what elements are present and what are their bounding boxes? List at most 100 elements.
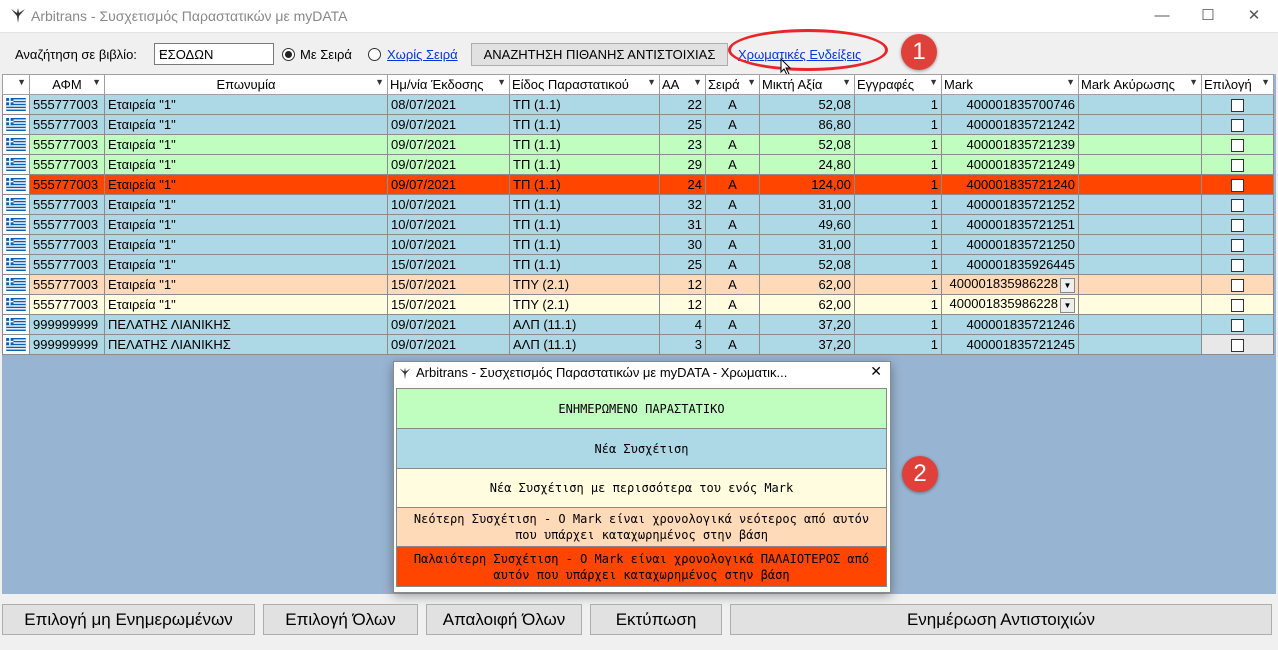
cell-name: Εταιρεία "1" [104,154,388,175]
cell-select[interactable] [1201,314,1274,335]
update-matches-button[interactable]: Ενημέρωση Αντιστοιχιών [730,604,1272,635]
cell-date: 10/07/2021 [387,194,510,215]
cell-amount: 31,00 [759,194,855,215]
col-header-mark[interactable]: Mark ▼ [941,74,1079,95]
col-header-name[interactable]: Επωνυμία ▼ [104,74,388,95]
col-header-entries[interactable]: Εγγραφές ▼ [854,74,942,95]
cell-select[interactable] [1201,254,1274,275]
table-row[interactable]: 999999999 ΠΕΛΑΤΗΣ ΛΙΑΝΙΚΗΣ 09/07/2021 ΑΛΠ (… [2,314,1274,335]
cell-amount: 37,20 [759,314,855,335]
row-select-checkbox[interactable] [1231,299,1244,313]
mark-dropdown-icon[interactable]: ▼ [1060,277,1075,293]
col-header-aa[interactable]: ΑΑ ▼ [659,74,706,95]
row-select-checkbox[interactable] [1231,279,1244,293]
legend-item-newer: Νεότερη Συσχέτιση - Ο Mark είναι χρονολο… [396,507,887,547]
deselect-all-button[interactable]: Απαλοιφή Όλων [426,604,582,635]
greek-flag-icon [6,158,26,171]
row-select-checkbox[interactable] [1231,119,1244,133]
row-select-checkbox[interactable] [1231,159,1244,173]
greek-flag-icon [6,238,26,251]
table-row[interactable]: 555777003 Εταιρεία "1" 09/07/2021 ΤΠ (1.1) 2… [2,114,1274,135]
table-row[interactable]: 555777003 Εταιρεία "1" 09/07/2021 ΤΠ (1.1) 2… [2,174,1274,195]
mark-dropdown-icon[interactable]: ▼ [1060,297,1075,313]
legend-item-new: Νέα Συσχέτιση [396,428,887,469]
without-series-radio[interactable] [368,48,381,61]
table-row[interactable]: 555777003 Εταιρεία "1" 15/07/2021 ΤΠ (1.1) 2… [2,254,1274,275]
cell-aa: 29 [659,154,706,175]
row-select-checkbox[interactable] [1231,239,1244,253]
close-button[interactable]: ✕ [1231,0,1277,32]
cell-aa: 32 [659,194,706,215]
cell-select[interactable] [1201,154,1274,175]
cell-mark: 400001835721245 [941,334,1079,355]
col-header-select[interactable]: Επιλογή ▼ [1201,74,1274,95]
cell-mark: 400001835700746 [941,94,1079,115]
cell-select[interactable] [1201,94,1274,115]
cell-name: Εταιρεία "1" [104,214,388,235]
table-row[interactable]: 555777003 Εταιρεία "1" 10/07/2021 ΤΠ (1.1) 3… [2,214,1274,235]
cell-date: 09/07/2021 [387,334,510,355]
col-header-cancel-mark[interactable]: Mark Ακύρωσης ▼ [1078,74,1202,95]
table-row[interactable]: 999999999 ΠΕΛΑΤΗΣ ΛΙΑΝΙΚΗΣ 09/07/2021 ΑΛΠ (… [2,334,1274,355]
legend-item-multi-mark: Νέα Συσχέτιση με περισσότερα του ενός Ma… [396,468,887,508]
cell-select[interactable] [1201,214,1274,235]
col-header-afm[interactable]: ΑΦΜ ▼ [29,74,105,95]
cell-cancel-mark [1078,114,1202,135]
col-header-type[interactable]: Είδος Παραστατικού ▼ [509,74,660,95]
cell-mark-value: 400001835986228 [949,296,1058,312]
cell-series: A [705,254,760,275]
cell-mark[interactable]: 400001835986228 ▼ [941,274,1079,295]
cell-series: A [705,134,760,155]
cell-aa: 31 [659,214,706,235]
with-series-radio[interactable] [282,48,295,61]
minimize-button[interactable]: — [1139,0,1185,32]
table-row[interactable]: 555777003 Εταιρεία "1" 15/07/2021 ΤΠΥ (2.1)… [2,274,1274,295]
row-select-checkbox[interactable] [1231,339,1244,353]
row-flag-cell [2,234,30,255]
with-series-label[interactable]: Με Σειρά [300,47,352,62]
book-select[interactable]: ΕΣΟΔΩΝ ⌵ [154,43,274,65]
search-match-button[interactable]: ΑΝΑΖΗΤΗΣΗ ΠΙΘΑΝΗΣ ΑΝΤΙΣΤΟΙΧΙΑΣ [471,43,728,66]
row-select-checkbox[interactable] [1231,199,1244,213]
table-row[interactable]: 555777003 Εταιρεία "1" 08/07/2021 ΤΠ (1.1) 2… [2,94,1274,115]
row-select-checkbox[interactable] [1231,179,1244,193]
legend-close-button[interactable]: ✕ [870,363,882,380]
row-select-checkbox[interactable] [1231,219,1244,233]
cell-select[interactable] [1201,234,1274,255]
cell-select[interactable] [1201,294,1274,315]
cell-select[interactable] [1201,114,1274,135]
without-series-label[interactable]: Χωρίς Σειρά [387,47,458,62]
cell-mark: 400001835721239 [941,134,1079,155]
select-unupdated-button[interactable]: Επιλογή μη Ενημερωμένων [2,604,255,635]
cell-mark: 400001835721251 [941,214,1079,235]
col-header-series[interactable]: Σειρά ▼ [705,74,760,95]
cell-mark[interactable]: 400001835986228 ▼ [941,294,1079,315]
cell-amount: 62,00 [759,274,855,295]
cell-select[interactable] [1201,334,1274,355]
print-button[interactable]: Εκτύπωση [590,604,722,635]
row-select-checkbox[interactable] [1231,99,1244,113]
row-select-checkbox[interactable] [1231,139,1244,153]
row-select-checkbox[interactable] [1231,259,1244,273]
cell-select[interactable] [1201,194,1274,215]
cell-entries: 1 [854,334,942,355]
row-flag-cell [2,254,30,275]
col-header-amount[interactable]: Μικτή Αξία ▼ [759,74,855,95]
cell-mark: 400001835721249 [941,154,1079,175]
table-row[interactable]: 555777003 Εταιρεία "1" 10/07/2021 ΤΠ (1.1) 3… [2,194,1274,215]
cell-date: 15/07/2021 [387,254,510,275]
cell-aa: 22 [659,94,706,115]
cell-select[interactable] [1201,174,1274,195]
cell-cancel-mark [1078,254,1202,275]
col-header-date[interactable]: Ημ/νία Έκδοσης ▼ [387,74,510,95]
table-row[interactable]: 555777003 Εταιρεία "1" 10/07/2021 ΤΠ (1.1) 3… [2,234,1274,255]
maximize-button[interactable]: ☐ [1185,0,1231,32]
row-flag-cell [2,274,30,295]
select-all-button[interactable]: Επιλογή Όλων [263,604,418,635]
cell-select[interactable] [1201,134,1274,155]
row-select-checkbox[interactable] [1231,319,1244,333]
cell-select[interactable] [1201,274,1274,295]
table-row[interactable]: 555777003 Εταιρεία "1" 09/07/2021 ΤΠ (1.1) 2… [2,134,1274,155]
table-row[interactable]: 555777003 Εταιρεία "1" 15/07/2021 ΤΠΥ (2.1)… [2,294,1274,315]
table-row[interactable]: 555777003 Εταιρεία "1" 09/07/2021 ΤΠ (1.1) 2… [2,154,1274,175]
